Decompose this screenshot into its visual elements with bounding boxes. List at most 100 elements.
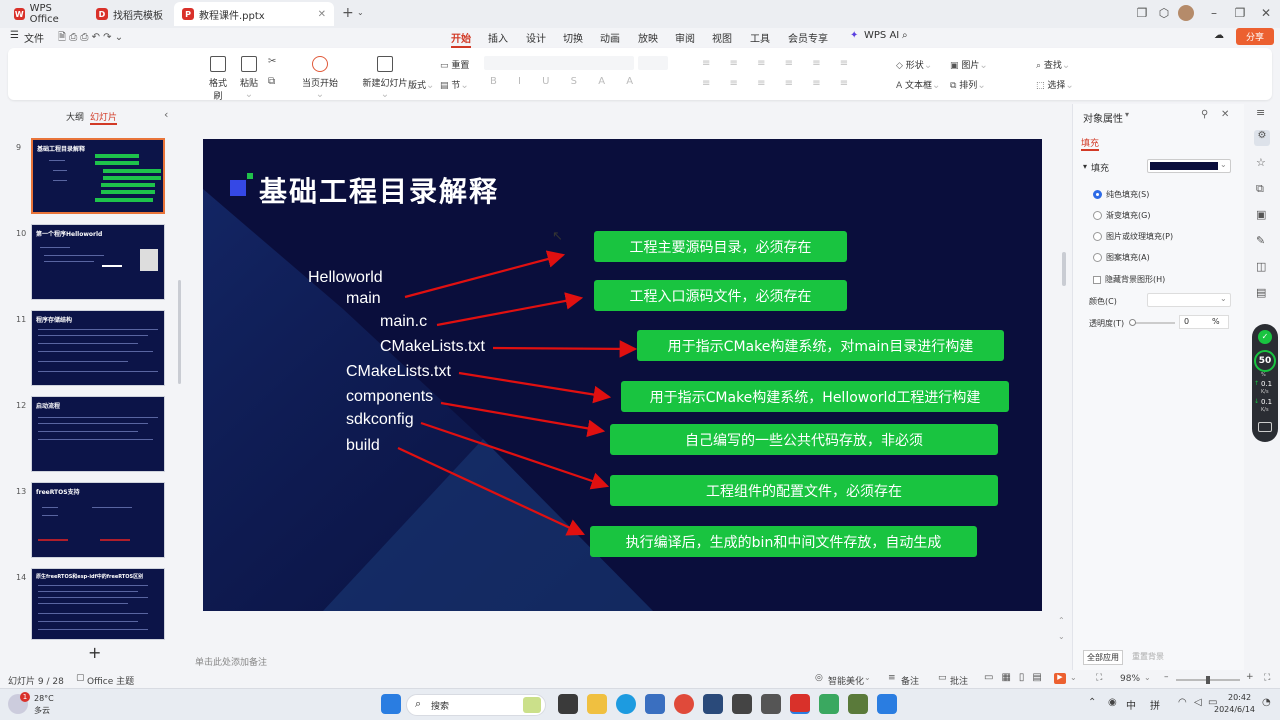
canvas-scrollbar[interactable] [1062,252,1066,286]
font-name-select[interactable] [484,56,634,70]
chevron-down-icon[interactable]: ⌄ [1070,673,1077,682]
notes-button[interactable]: 备注 [901,674,919,687]
zoom-out-icon[interactable]: – [1164,672,1169,682]
collapse-panel-icon[interactable]: ‹ [164,108,168,121]
radio-solid-fill[interactable]: 纯色填充(S) [1093,189,1149,200]
tray-chevron-icon[interactable]: ⌃ [1088,697,1096,708]
clock-date[interactable]: 2024/6/14 [1214,705,1255,714]
align-buttons[interactable]: ≡ ≡ ≡ ≡ ≡ ≡ [702,78,856,89]
transparency-input[interactable]: 0 % [1179,315,1229,329]
textbox-button[interactable]: A 文本框⌄ [896,78,940,91]
find-button[interactable]: ⌕ 查找⌄ [1036,58,1070,71]
slide-thumbnail-13[interactable]: freeRTOS支持 [31,482,165,558]
color-select[interactable]: ⌄ [1147,293,1231,307]
network-tool-icon[interactable] [761,694,781,714]
clock-time[interactable]: 20:42 [1228,693,1251,702]
reset-button[interactable]: ▭ 重置 [440,58,469,71]
more-menu-icon[interactable]: ≡ [1256,106,1265,119]
tab-outline[interactable]: 大纲 [66,110,84,123]
ime-mode-1[interactable]: 中 [1126,697,1136,712]
windows-start-icon[interactable] [381,694,401,714]
file-explorer-icon[interactable] [587,694,607,714]
edge-icon[interactable] [616,694,636,714]
layout-button[interactable]: 版式⌄ [408,78,434,91]
pin-icon[interactable]: ⚲ [1201,109,1208,120]
layers-icon[interactable]: ▤ [1256,286,1266,299]
copy-pane-icon[interactable]: ⧉ [1256,182,1264,196]
zoom-level[interactable]: 98% [1120,674,1140,684]
zoom-in-icon[interactable]: + [1246,672,1254,682]
tab-close-icon[interactable]: ✕ [318,9,326,20]
menu-review[interactable]: 审阅 [675,30,695,45]
new-slide-button[interactable]: 新建幻灯片⌄ [360,56,410,100]
menu-transition[interactable]: 切换 [563,30,583,45]
volume-icon[interactable]: ◁ [1194,697,1202,708]
menu-tools[interactable]: 工具 [750,30,770,45]
menu-member[interactable]: 会员专享 [788,30,828,45]
panel-scrollbar[interactable] [178,280,181,384]
pane-title-chevron-icon[interactable]: ▾ [1125,110,1129,119]
tab-slides[interactable]: 幻灯片 [90,110,118,125]
theme-name[interactable]: Office 主题 [87,674,134,687]
transparency-slider[interactable] [1129,319,1175,326]
select-button[interactable]: ⬚ 选择⌄ [1036,78,1074,91]
tray-app-icon[interactable]: ◉ [1108,697,1117,708]
menu-design[interactable]: 设计 [526,30,546,45]
menu-animation[interactable]: 动画 [600,30,620,45]
slide-thumbnail-9[interactable]: 基础工程目录解释 [31,138,165,214]
menu-file[interactable]: 文件 [24,30,44,45]
window-layout-icon[interactable]: ❐ [1132,6,1152,20]
picture-button[interactable]: ▣ 图片⌄ [950,58,988,71]
store-icon[interactable] [645,694,665,714]
cut-icon[interactable]: ✂ [268,56,276,67]
avatar[interactable] [1178,5,1194,21]
slide-thumbnail-10[interactable]: 第一个程序Helloworld [31,224,165,300]
menu-slideshow[interactable]: 放映 [638,30,658,45]
format-painter-button[interactable]: 格式刷 [206,56,230,102]
notification-bell-icon[interactable]: ◔ [1262,697,1271,708]
fill-expand-icon[interactable]: ▾ [1083,162,1087,171]
tab-fill[interactable]: 填充 [1081,136,1100,151]
minimize-icon[interactable]: – [1204,6,1224,20]
current-slide[interactable]: 基础工程目录解释 Helloworld main main.c CMakeLis… [203,139,1042,611]
app-olive-icon[interactable] [848,694,868,714]
search-icon[interactable]: ⌕ [902,30,908,41]
arrange-button[interactable]: ⧉ 排列⌄ [950,78,986,91]
wps-taskbar-icon[interactable] [790,694,810,714]
fill-color-picker[interactable]: ⌄ [1147,159,1231,173]
scroll-down-icon[interactable]: ⌄ [1058,632,1065,641]
properties-icon[interactable]: ⚙ [1254,130,1270,146]
close-window-icon[interactable]: ✕ [1256,6,1276,20]
taskbar-search[interactable]: ⌕ 搜索 [406,694,546,716]
slide-thumbnail-14[interactable]: 原生freeRTOS和esp-idf中的freeRTOS区别 [31,568,165,640]
paste-button[interactable]: 粘贴⌄ [236,56,262,100]
menu-home[interactable]: 开始 [451,30,471,48]
notes-placeholder[interactable]: 单击此处添加备注 [195,655,267,668]
chevron-down-icon[interactable]: ⌄ [864,673,871,682]
tab-wps-office[interactable]: W WPS Office [6,2,86,26]
radio-gradient-fill[interactable]: 渐变填充(G) [1093,210,1150,221]
hide-bg-checkbox[interactable]: 隐藏背景图形(H) [1093,274,1165,285]
radio-picture-fill[interactable]: 图片或纹理填充(P) [1093,231,1173,242]
view-mode-buttons[interactable]: ▭▦▯▤ [984,672,1050,683]
reset-bg-button[interactable]: 重置背景 [1129,650,1167,663]
chrome-icon[interactable] [674,694,694,714]
play-from-current-button[interactable]: 当页开始⌄ [298,56,342,100]
scroll-up-icon[interactable]: ⌃ [1058,616,1065,625]
comments-button[interactable]: 批注 [950,674,968,687]
menu-insert[interactable]: 插入 [488,30,508,45]
tab-pptx[interactable]: P 教程课件.pptx ✕ [174,2,334,26]
shape-button[interactable]: ◇ 形状⌄ [896,58,932,71]
vscode-icon[interactable] [877,694,897,714]
cube-icon[interactable]: ⬡ [1154,6,1174,20]
copy-icon[interactable]: ⧉ [268,76,275,87]
tools-icon[interactable]: ✎ [1256,234,1265,247]
slide-thumbnail-12[interactable]: 启动流程 [31,396,165,472]
menu-wps-ai[interactable]: WPS AI [864,30,899,41]
cloud-icon[interactable]: ☁ [1214,30,1224,41]
radio-pattern-fill[interactable]: 图案填充(A) [1093,252,1150,263]
close-pane-icon[interactable]: ✕ [1221,109,1229,120]
share-button[interactable]: 分享 [1236,28,1274,45]
terminal-icon[interactable] [732,694,752,714]
add-slide-button[interactable]: + [88,643,101,662]
